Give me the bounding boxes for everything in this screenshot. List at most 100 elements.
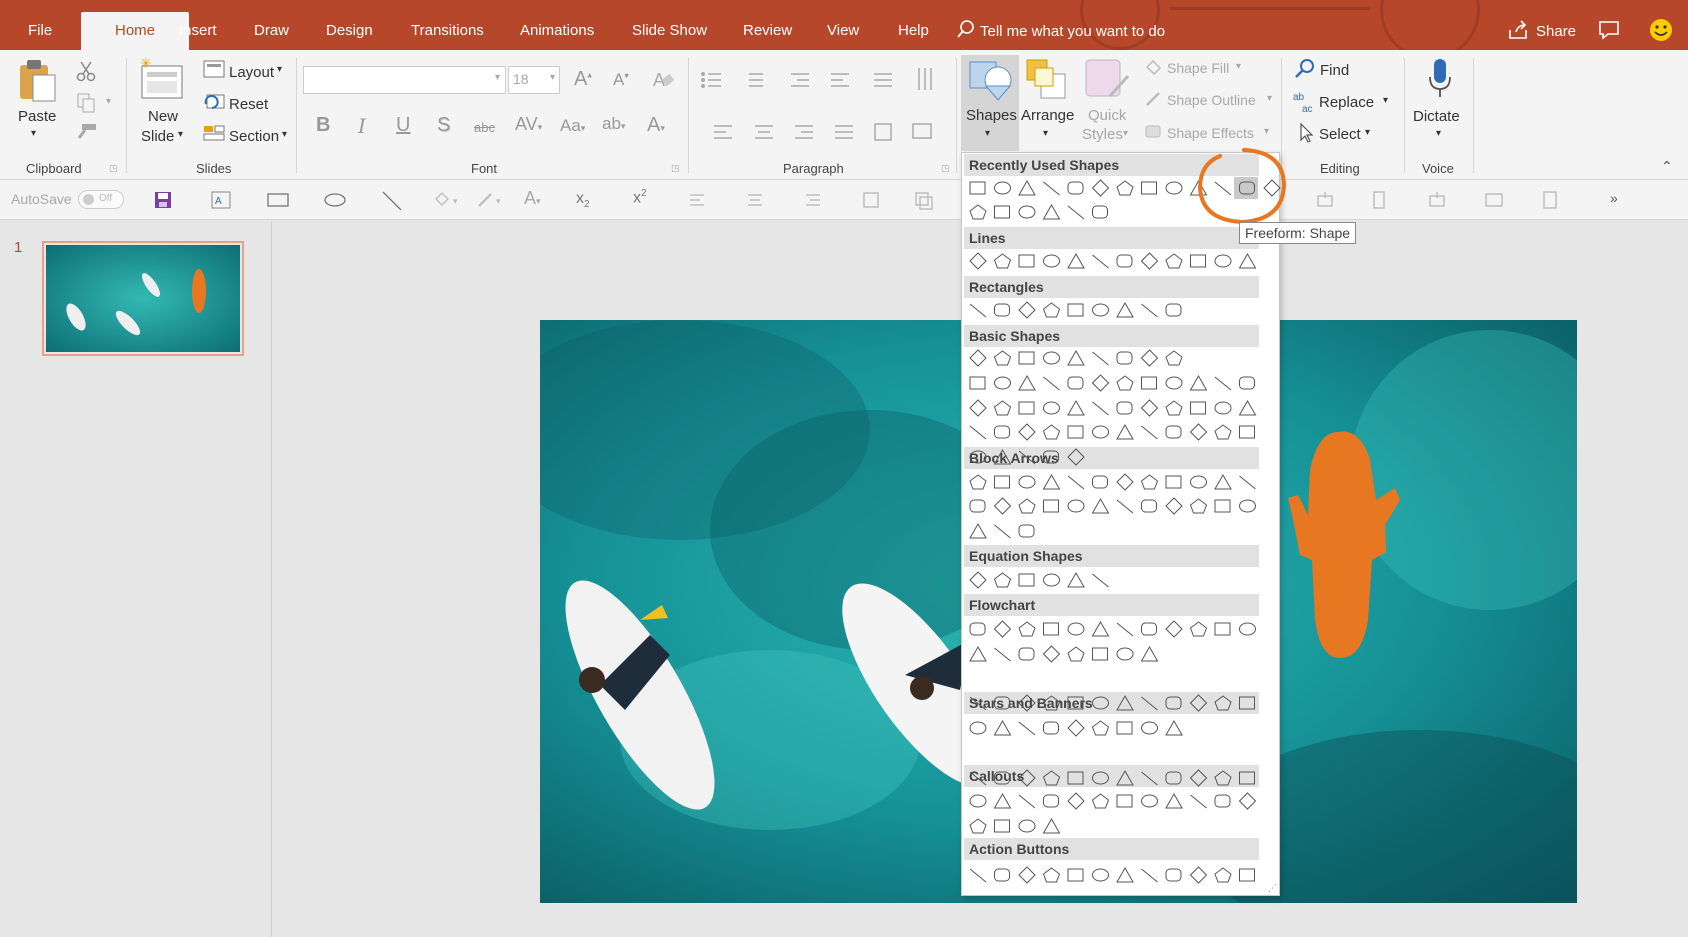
shape-item-icon[interactable]	[1141, 622, 1157, 636]
shape-item-icon[interactable]	[1018, 179, 1036, 196]
shape-item-icon[interactable]	[969, 204, 987, 220]
tab-transitions[interactable]: Transitions	[401, 0, 494, 50]
shape-item-icon[interactable]	[993, 620, 1012, 638]
shape-item-icon[interactable]	[1189, 769, 1208, 787]
shape-item-icon[interactable]	[1116, 622, 1134, 637]
quick-styles-button-line1[interactable]: Quick	[1088, 107, 1126, 124]
shape-item-icon[interactable]	[993, 253, 1012, 269]
shape-item-icon[interactable]	[1042, 645, 1061, 663]
shape-item-icon[interactable]	[1043, 401, 1060, 415]
shape-item-icon[interactable]	[1092, 254, 1109, 269]
shape-item-icon[interactable]	[1141, 181, 1157, 195]
shape-item-icon[interactable]	[1018, 450, 1036, 465]
shape-item-icon[interactable]	[994, 647, 1011, 662]
shape-item-icon[interactable]	[1092, 401, 1109, 416]
paste-dropdown-chevron-icon[interactable]: ▾	[31, 128, 36, 139]
reset-button[interactable]: Reset	[229, 96, 268, 113]
replace-chevron-icon[interactable]: ▾	[1383, 95, 1388, 106]
shape-item-icon[interactable]	[969, 818, 987, 834]
shape-item-icon[interactable]	[1018, 794, 1036, 809]
shape-item-icon[interactable]	[1189, 423, 1208, 441]
shape-item-icon[interactable]	[1165, 253, 1183, 269]
tab-slide-show[interactable]: Slide Show	[622, 0, 717, 50]
shape-item-icon[interactable]	[1214, 794, 1231, 808]
shape-item-icon[interactable]	[1092, 696, 1109, 710]
shape-item-icon[interactable]	[1018, 647, 1035, 661]
rectangle-shape-icon[interactable]	[267, 192, 289, 208]
line-shape-icon[interactable]	[381, 190, 403, 212]
copy-dropdown-chevron-icon[interactable]: ▾	[106, 96, 111, 107]
shape-item-icon[interactable]	[994, 303, 1010, 317]
layout-chevron-icon[interactable]: ▾	[277, 64, 282, 75]
format-painter-icon[interactable]	[76, 122, 98, 140]
shape-item-icon[interactable]	[1116, 694, 1134, 711]
shape-item-icon[interactable]	[1067, 771, 1084, 785]
shape-item-icon[interactable]	[1214, 401, 1232, 415]
shape-item-icon[interactable]	[1067, 646, 1085, 662]
share-button[interactable]: Share	[1536, 23, 1576, 40]
share-icon[interactable]	[1508, 20, 1530, 40]
shape-item-icon[interactable]	[1239, 771, 1255, 785]
shape-item-icon[interactable]	[1239, 499, 1256, 513]
shape-item-icon[interactable]	[1018, 621, 1036, 637]
shape-item-icon[interactable]	[1067, 499, 1085, 513]
shape-item-icon[interactable]	[1116, 499, 1134, 514]
shape-item-icon[interactable]	[969, 376, 986, 390]
shape-item-icon[interactable]	[1043, 622, 1059, 636]
paste-button[interactable]: Paste	[18, 108, 56, 125]
shape-item-icon[interactable]	[1092, 647, 1108, 661]
shape-item-icon[interactable]	[1140, 399, 1159, 417]
shape-item-icon[interactable]	[1141, 868, 1158, 883]
shape-item-icon[interactable]	[1239, 425, 1255, 439]
oval-shape-icon[interactable]	[324, 192, 346, 208]
shape-item-icon[interactable]	[1092, 303, 1109, 317]
shape-item-icon[interactable]	[1190, 794, 1207, 809]
shrink-font-icon[interactable]: A▾	[613, 70, 629, 90]
layout-button[interactable]: Layout	[229, 64, 274, 81]
shape-item-icon[interactable]	[1018, 475, 1036, 489]
superscript-icon[interactable]: x2	[633, 188, 647, 207]
shape-item-icon[interactable]	[1091, 793, 1110, 809]
quick-styles-icon[interactable]	[1084, 58, 1130, 102]
new-slide-chevron-icon[interactable]: ▾	[178, 129, 183, 140]
shape-item-icon[interactable]	[1190, 401, 1206, 415]
tab-file[interactable]: File	[18, 0, 62, 50]
shape-fill-button[interactable]: Shape Fill	[1167, 60, 1229, 76]
shape-item-icon[interactable]	[969, 721, 987, 735]
text-shadow-icon[interactable]: S	[437, 114, 450, 137]
shape-item-icon[interactable]	[994, 868, 1010, 882]
shape-item-icon[interactable]	[994, 819, 1010, 833]
shape-item-icon[interactable]	[1239, 868, 1255, 882]
shape-item-icon[interactable]	[1116, 301, 1134, 318]
text-box-icon[interactable]: A	[211, 191, 231, 209]
shape-item-icon[interactable]	[1018, 351, 1035, 365]
arrange-button[interactable]: Arrange	[1021, 107, 1074, 124]
save-icon[interactable]	[154, 191, 172, 209]
clipboard-launcher-icon[interactable]: ◳	[109, 163, 118, 174]
shape-item-icon[interactable]	[994, 771, 1010, 785]
shape-item-icon[interactable]	[1092, 425, 1109, 439]
tab-draw[interactable]: Draw	[244, 0, 299, 50]
shape-item-icon[interactable]	[1141, 303, 1158, 318]
shape-item-icon[interactable]	[1092, 475, 1108, 489]
font-name-input[interactable]	[303, 66, 506, 94]
shape-item-icon[interactable]	[993, 497, 1012, 515]
arrange-chevron-icon[interactable]: ▾	[1043, 128, 1048, 139]
shape-item-icon[interactable]	[1018, 374, 1036, 391]
shape-item-icon[interactable]	[1067, 376, 1084, 390]
shape-item-icon[interactable]	[1043, 376, 1060, 391]
shape-item-icon[interactable]	[1116, 375, 1134, 391]
shape-item-icon[interactable]	[1141, 794, 1158, 808]
select-button[interactable]: Select	[1319, 126, 1361, 143]
shape-item-icon[interactable]	[969, 868, 987, 883]
shape-item-icon[interactable]	[969, 303, 987, 318]
reset-icon[interactable]	[203, 92, 225, 110]
shape-item-icon[interactable]	[1165, 719, 1183, 736]
shape-item-icon[interactable]	[1165, 425, 1182, 439]
shape-item-icon[interactable]	[1214, 695, 1232, 711]
shape-effects-chevron-icon[interactable]: ▾	[1264, 126, 1269, 137]
shape-item-icon[interactable]	[994, 376, 1011, 390]
shape-item-icon[interactable]	[1116, 423, 1134, 440]
shape-item-icon[interactable]	[1116, 721, 1133, 735]
shape-item-icon[interactable]	[1018, 769, 1036, 787]
